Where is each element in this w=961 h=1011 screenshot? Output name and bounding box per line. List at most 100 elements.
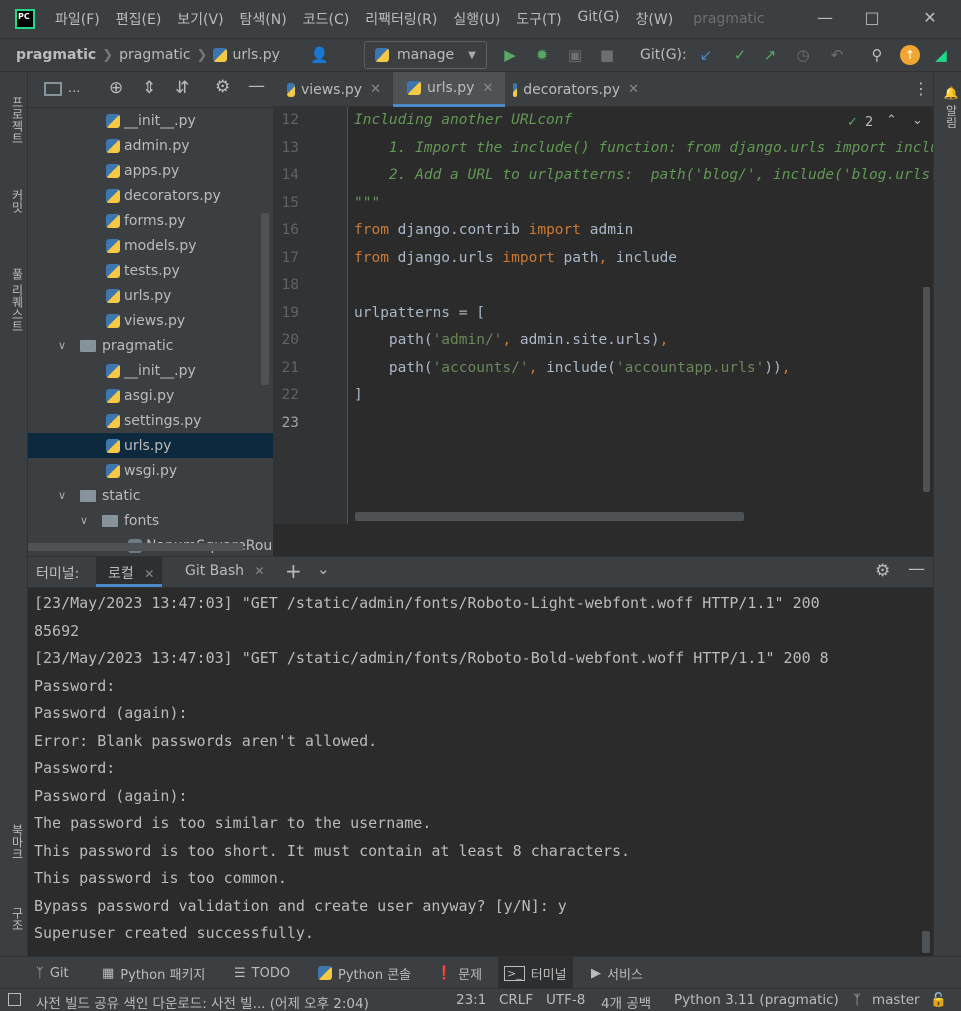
tool-python-console[interactable]: Python 콘솔: [312, 957, 417, 989]
project-view-icon[interactable]: [44, 82, 62, 96]
tree-row[interactable]: decorators.py: [28, 183, 273, 208]
tree-row[interactable]: ∨ fonts: [28, 508, 273, 533]
expand-arrow-icon[interactable]: ∨: [58, 489, 72, 502]
tool-problems[interactable]: ❗ 문제: [430, 957, 488, 989]
python-interpreter[interactable]: Python 3.11 (pragmatic): [674, 992, 839, 1008]
menu-tools[interactable]: 도구(T): [516, 9, 561, 29]
commit-tool-tab[interactable]: 커밋: [2, 176, 26, 226]
caret-position[interactable]: 23:1: [456, 992, 486, 1008]
tool-windows-toggle-icon[interactable]: [8, 993, 21, 1006]
tree-row[interactable]: asgi.py: [28, 383, 273, 408]
tree-row[interactable]: views.py: [28, 308, 273, 333]
menu-code[interactable]: 코드(C): [303, 9, 349, 29]
tool-todo[interactable]: ☰ TODO: [228, 957, 296, 989]
coverage-icon[interactable]: ▣: [566, 46, 584, 64]
hide-terminal-icon[interactable]: —: [908, 559, 925, 579]
editor-horizontal-scrollbar[interactable]: [355, 512, 744, 521]
menu-file[interactable]: 파일(F): [55, 9, 100, 29]
run-icon[interactable]: ▶: [501, 46, 519, 64]
inspection-check-icon[interactable]: ✓: [847, 115, 858, 130]
git-push-icon[interactable]: ↗: [761, 46, 779, 64]
locate-icon[interactable]: ⊕: [109, 78, 123, 98]
tree-row[interactable]: admin.py: [28, 133, 273, 158]
close-tab-icon[interactable]: ✕: [628, 82, 639, 97]
structure-tool-tab[interactable]: 구조: [2, 894, 26, 944]
menu-view[interactable]: 보기(V): [177, 9, 223, 29]
breadcrumb-package[interactable]: pragmatic: [119, 47, 190, 63]
git-update-icon[interactable]: ↙: [697, 46, 715, 64]
menu-edit[interactable]: 편집(E): [116, 9, 162, 29]
tab-views-py[interactable]: views.py ✕: [273, 72, 391, 107]
tool-python-packages[interactable]: ▦ Python 패키지: [96, 957, 211, 989]
expand-arrow-icon[interactable]: ∨: [58, 339, 72, 352]
terminal-options-chevron-icon[interactable]: ⌄: [317, 560, 330, 578]
status-message[interactable]: 사전 빌드 공유 색인 다운로드: 사전 빌... (어제 오후 2:04): [36, 992, 369, 1011]
run-config-select[interactable]: manage ▼: [364, 41, 487, 69]
expand-all-icon[interactable]: ⇕: [142, 78, 156, 98]
terminal-scrollbar[interactable]: [922, 931, 930, 953]
add-terminal-icon[interactable]: +: [285, 559, 302, 583]
search-icon[interactable]: ⚲: [868, 46, 886, 64]
code-editor[interactable]: Including another URLconf 1. Import the …: [349, 107, 933, 524]
debug-icon[interactable]: ✹: [533, 46, 551, 64]
notifications-tool-tab[interactable]: 🔔 알림: [936, 82, 960, 132]
tree-row[interactable]: __init__.py: [28, 358, 273, 383]
tree-row[interactable]: ∨ static: [28, 483, 273, 508]
collapse-all-icon[interactable]: ⇵: [175, 78, 189, 98]
tree-row[interactable]: urls.py: [28, 433, 273, 458]
tree-scrollbar[interactable]: [261, 213, 269, 385]
tree-row[interactable]: wsgi.py: [28, 458, 273, 483]
close-window-icon[interactable]: ✕: [920, 8, 940, 27]
git-branch[interactable]: master: [872, 992, 920, 1008]
close-tab-icon[interactable]: ✕: [254, 564, 264, 578]
tool-terminal[interactable]: >_ 터미널: [498, 957, 573, 989]
tree-row[interactable]: ∨ pragmatic: [28, 333, 273, 358]
menu-git[interactable]: Git(G): [578, 9, 620, 29]
terminal-tab-local[interactable]: 로컬 ✕: [96, 557, 163, 587]
file-encoding[interactable]: UTF-8: [546, 992, 585, 1008]
minimize-icon[interactable]: —: [815, 8, 835, 27]
tree-row[interactable]: urls.py: [28, 283, 273, 308]
expand-arrow-icon[interactable]: ∨: [80, 514, 94, 527]
project-tool-tab[interactable]: 프로젝트: [2, 80, 26, 160]
tab-urls-py[interactable]: urls.py ✕: [393, 72, 505, 107]
menu-refactor[interactable]: 리팩터링(R): [365, 9, 437, 29]
close-tab-icon[interactable]: ✕: [144, 567, 154, 581]
tool-services[interactable]: ▶ 서비스: [585, 957, 649, 989]
bookmarks-tool-tab[interactable]: 북마크: [2, 812, 26, 872]
hide-panel-icon[interactable]: —: [248, 76, 265, 96]
update-icon[interactable]: ↑: [900, 45, 920, 65]
maximize-icon[interactable]: □: [862, 8, 882, 27]
tree-row[interactable]: tests.py: [28, 258, 273, 283]
next-highlight-icon[interactable]: ⌄: [912, 113, 923, 128]
close-tab-icon[interactable]: ✕: [482, 81, 493, 96]
tree-horizontal-scrollbar[interactable]: [28, 543, 243, 551]
terminal-output[interactable]: [23/May/2023 13:47:03] "GET /static/admi…: [28, 588, 933, 956]
tree-row[interactable]: __init__.py: [28, 108, 273, 133]
breadcrumb-file[interactable]: urls.py: [232, 47, 279, 63]
tab-decorators-py[interactable]: decorators.py ✕: [499, 72, 649, 107]
settings-gear-icon[interactable]: ⚙: [215, 77, 230, 97]
rollback-icon[interactable]: ↶: [828, 46, 846, 64]
user-icon[interactable]: 👤: [310, 46, 329, 64]
pull-requests-tool-tab[interactable]: 풀 리퀘스트: [2, 250, 26, 350]
more-tabs-icon[interactable]: ⋮: [913, 79, 929, 98]
indent-setting[interactable]: 4개 공백: [601, 992, 651, 1011]
terminal-tab-git-bash[interactable]: Git Bash ✕: [178, 557, 273, 587]
previous-highlight-icon[interactable]: ⌃: [886, 113, 897, 128]
tree-row[interactable]: forms.py: [28, 208, 273, 233]
tree-row[interactable]: apps.py: [28, 158, 273, 183]
lock-icon[interactable]: 🔓: [930, 992, 947, 1008]
tree-row[interactable]: settings.py: [28, 408, 273, 433]
terminal-settings-gear-icon[interactable]: ⚙: [875, 561, 890, 581]
history-icon[interactable]: ◷: [794, 46, 812, 64]
stop-icon[interactable]: ■: [598, 46, 616, 64]
editor-scrollbar[interactable]: [923, 287, 930, 492]
tree-row[interactable]: models.py: [28, 233, 273, 258]
breadcrumb-project[interactable]: pragmatic: [16, 47, 96, 63]
inspection-count[interactable]: 2: [865, 115, 873, 130]
menu-window[interactable]: 창(W): [636, 9, 674, 29]
menu-navigate[interactable]: 탐색(N): [240, 9, 287, 29]
git-commit-icon[interactable]: ✓: [731, 46, 749, 64]
menu-run[interactable]: 실행(U): [453, 9, 500, 29]
